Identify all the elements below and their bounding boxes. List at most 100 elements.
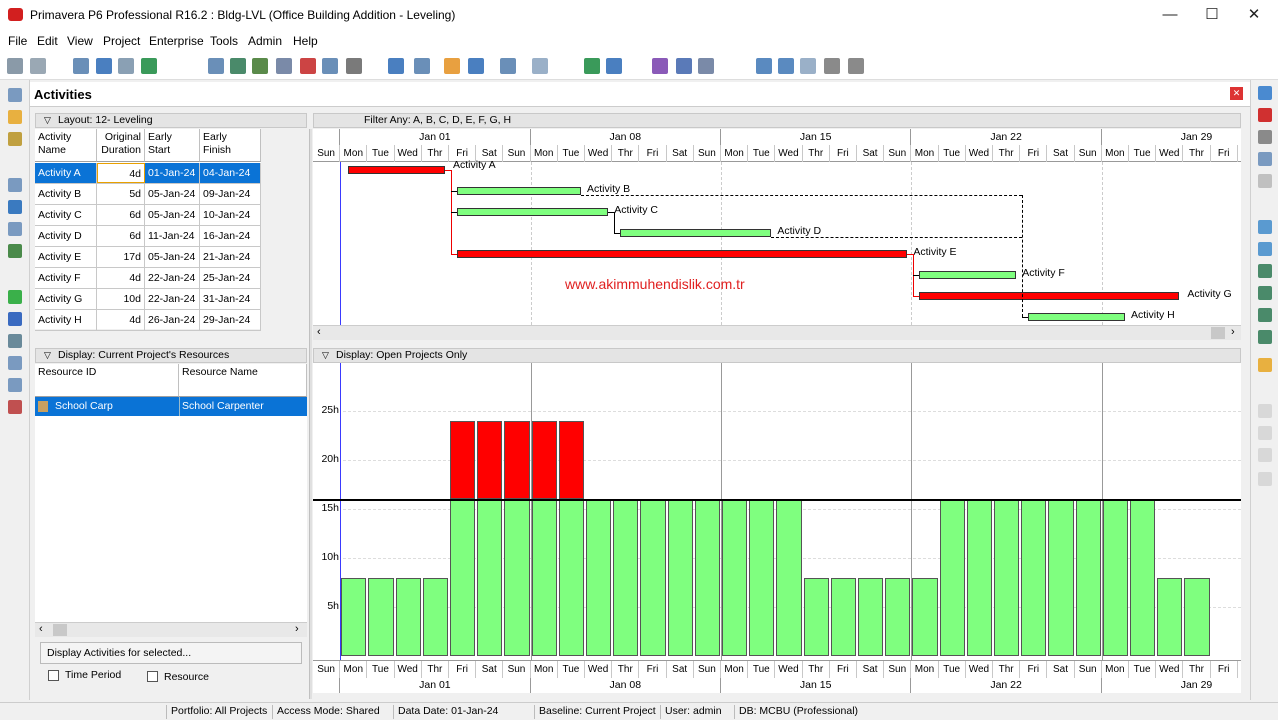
activity-bar[interactable]: [348, 166, 445, 174]
activity-bar[interactable]: [1028, 313, 1125, 321]
print-icon[interactable]: [7, 58, 23, 74]
filter-icon[interactable]: [468, 58, 484, 74]
profile-display-strip[interactable]: ▽ Display: Open Projects Only: [313, 348, 1241, 363]
activity-bar[interactable]: [919, 292, 1180, 300]
link-icon[interactable]: [141, 58, 157, 74]
update-icon[interactable]: [698, 58, 714, 74]
schedule-icon[interactable]: [584, 58, 600, 74]
col-resource-id[interactable]: Resource ID: [35, 364, 179, 397]
histogram-icon[interactable]: [300, 58, 316, 74]
gantt-chart[interactable]: Jan 01 Jan 08 Jan 15 Jan 22 Jan 29 Sun Mon Tue W…: [313, 129, 1241, 325]
group-icon[interactable]: [500, 58, 516, 74]
wbs-nav-icon[interactable]: [8, 110, 22, 124]
zoom-fit-icon[interactable]: [800, 58, 816, 74]
scroll-left-icon[interactable]: ‹: [39, 623, 43, 635]
number-icon[interactable]: [532, 58, 548, 74]
gantt-icon[interactable]: [96, 58, 112, 74]
assignments-nav-icon[interactable]: [8, 312, 22, 326]
menu-tools[interactable]: Tools: [210, 34, 238, 48]
display-activities-selector[interactable]: Display Activities for selected...: [40, 642, 302, 664]
move-up-icon[interactable]: [1258, 404, 1272, 418]
close-button[interactable]: ✕: [1234, 4, 1274, 26]
scroll-thumb[interactable]: [1211, 327, 1225, 339]
maximize-button[interactable]: ☐: [1192, 4, 1232, 26]
resource-usage-icon[interactable]: [230, 58, 246, 74]
menu-project[interactable]: Project: [103, 34, 140, 48]
minimize-button[interactable]: —: [1150, 4, 1190, 26]
table-row[interactable]: Activity G 10d 22-Jan-24 31-Jan-24: [35, 289, 261, 310]
add-icon[interactable]: [1258, 86, 1272, 100]
resource-usage-profile[interactable]: 25h 20h 15h 10h 5h: [313, 363, 1241, 660]
paste-icon[interactable]: [1258, 174, 1272, 188]
menu-admin[interactable]: Admin: [248, 34, 282, 48]
assign-resources-icon[interactable]: [1258, 220, 1272, 234]
scroll-right-icon[interactable]: ›: [295, 623, 299, 635]
menu-help[interactable]: Help: [293, 34, 318, 48]
summarize-icon[interactable]: [652, 58, 668, 74]
resource-scrollbar[interactable]: ‹ ›: [35, 622, 307, 637]
predecessors-icon[interactable]: [1258, 286, 1272, 300]
wp-docs-nav-icon[interactable]: [8, 334, 22, 348]
activity-bar[interactable]: [457, 250, 908, 258]
col-early-finish[interactable]: Early Finish: [200, 129, 261, 162]
tracking-nav-icon[interactable]: [8, 132, 22, 146]
table-row[interactable]: Activity E 17d 05-Jan-24 21-Jan-24: [35, 247, 261, 268]
table-icon[interactable]: [73, 58, 89, 74]
network-icon[interactable]: [118, 58, 134, 74]
table-row[interactable]: Activity A 4d 01-Jan-24 04-Jan-24: [35, 163, 261, 184]
table-row[interactable]: Activity B 5d 05-Jan-24 09-Jan-24: [35, 184, 261, 205]
details-icon[interactable]: [208, 58, 224, 74]
thresholds-nav-icon[interactable]: [8, 378, 22, 392]
spreadsheet-icon[interactable]: [276, 58, 292, 74]
menu-edit[interactable]: Edit: [37, 34, 58, 48]
folder-nav-icon[interactable]: [8, 178, 22, 192]
activity-bar[interactable]: [457, 187, 581, 195]
store-period-icon[interactable]: [676, 58, 692, 74]
steps-icon[interactable]: [1258, 330, 1272, 344]
menu-view[interactable]: View: [67, 34, 93, 48]
menu-enterprise[interactable]: Enterprise: [149, 34, 204, 48]
progress-line-icon[interactable]: [824, 58, 840, 74]
activity-bar[interactable]: [919, 271, 1017, 279]
move-right-icon[interactable]: [1258, 472, 1272, 486]
reports-nav-icon[interactable]: [8, 222, 22, 236]
resource-checkbox[interactable]: [147, 671, 158, 682]
table-row[interactable]: Activity C 6d 05-Jan-24 10-Jan-24: [35, 205, 261, 226]
time-period-checkbox[interactable]: [48, 670, 59, 681]
scroll-thumb[interactable]: [53, 624, 67, 636]
layout-strip[interactable]: ▽ Layout: 12- Leveling: [35, 113, 307, 128]
profile-icon[interactable]: [252, 58, 268, 74]
resources-nav-icon[interactable]: [8, 200, 22, 214]
activities-nav-icon[interactable]: [8, 290, 22, 304]
more-tools-icon[interactable]: [848, 58, 864, 74]
gantt-horizontal-scrollbar[interactable]: ‹ ›: [313, 325, 1241, 340]
assign-codes-icon[interactable]: [1258, 264, 1272, 278]
scroll-left-icon[interactable]: ‹: [317, 326, 321, 338]
vertical-splitter[interactable]: [309, 129, 312, 699]
level-icon[interactable]: [606, 58, 622, 74]
col-activity-name[interactable]: Activity Name: [35, 129, 97, 162]
activity-bar[interactable]: [457, 208, 609, 216]
print-preview-icon[interactable]: [30, 58, 46, 74]
col-early-start[interactable]: Early Start: [145, 129, 200, 162]
col-original-duration[interactable]: Original Duration: [97, 129, 145, 162]
notebook-icon[interactable]: [1258, 358, 1272, 372]
risks-nav-icon[interactable]: [8, 400, 22, 414]
table-row[interactable]: Activity F 4d 22-Jan-24 25-Jan-24: [35, 268, 261, 289]
col-resource-name[interactable]: Resource Name: [179, 364, 307, 397]
assign-roles-icon[interactable]: [1258, 242, 1272, 256]
issues-nav-icon[interactable]: [8, 244, 22, 258]
close-panel-icon[interactable]: ✕: [1230, 87, 1243, 100]
move-left-icon[interactable]: [1258, 448, 1272, 462]
cut-icon[interactable]: [1258, 130, 1272, 144]
delete-icon[interactable]: [1258, 108, 1272, 122]
zoom-out-icon[interactable]: [778, 58, 794, 74]
resource-row[interactable]: School Carp School Carpenter: [35, 397, 307, 416]
timescale-icon[interactable]: [444, 58, 460, 74]
bars-icon[interactable]: [388, 58, 404, 74]
table-row[interactable]: Activity D 6d 11-Jan-24 16-Jan-24: [35, 226, 261, 247]
table-row[interactable]: Activity H 4d 26-Jan-24 29-Jan-24: [35, 310, 261, 331]
trace-icon[interactable]: [322, 58, 338, 74]
scroll-right-icon[interactable]: ›: [1231, 326, 1235, 338]
copy-icon[interactable]: [1258, 152, 1272, 166]
